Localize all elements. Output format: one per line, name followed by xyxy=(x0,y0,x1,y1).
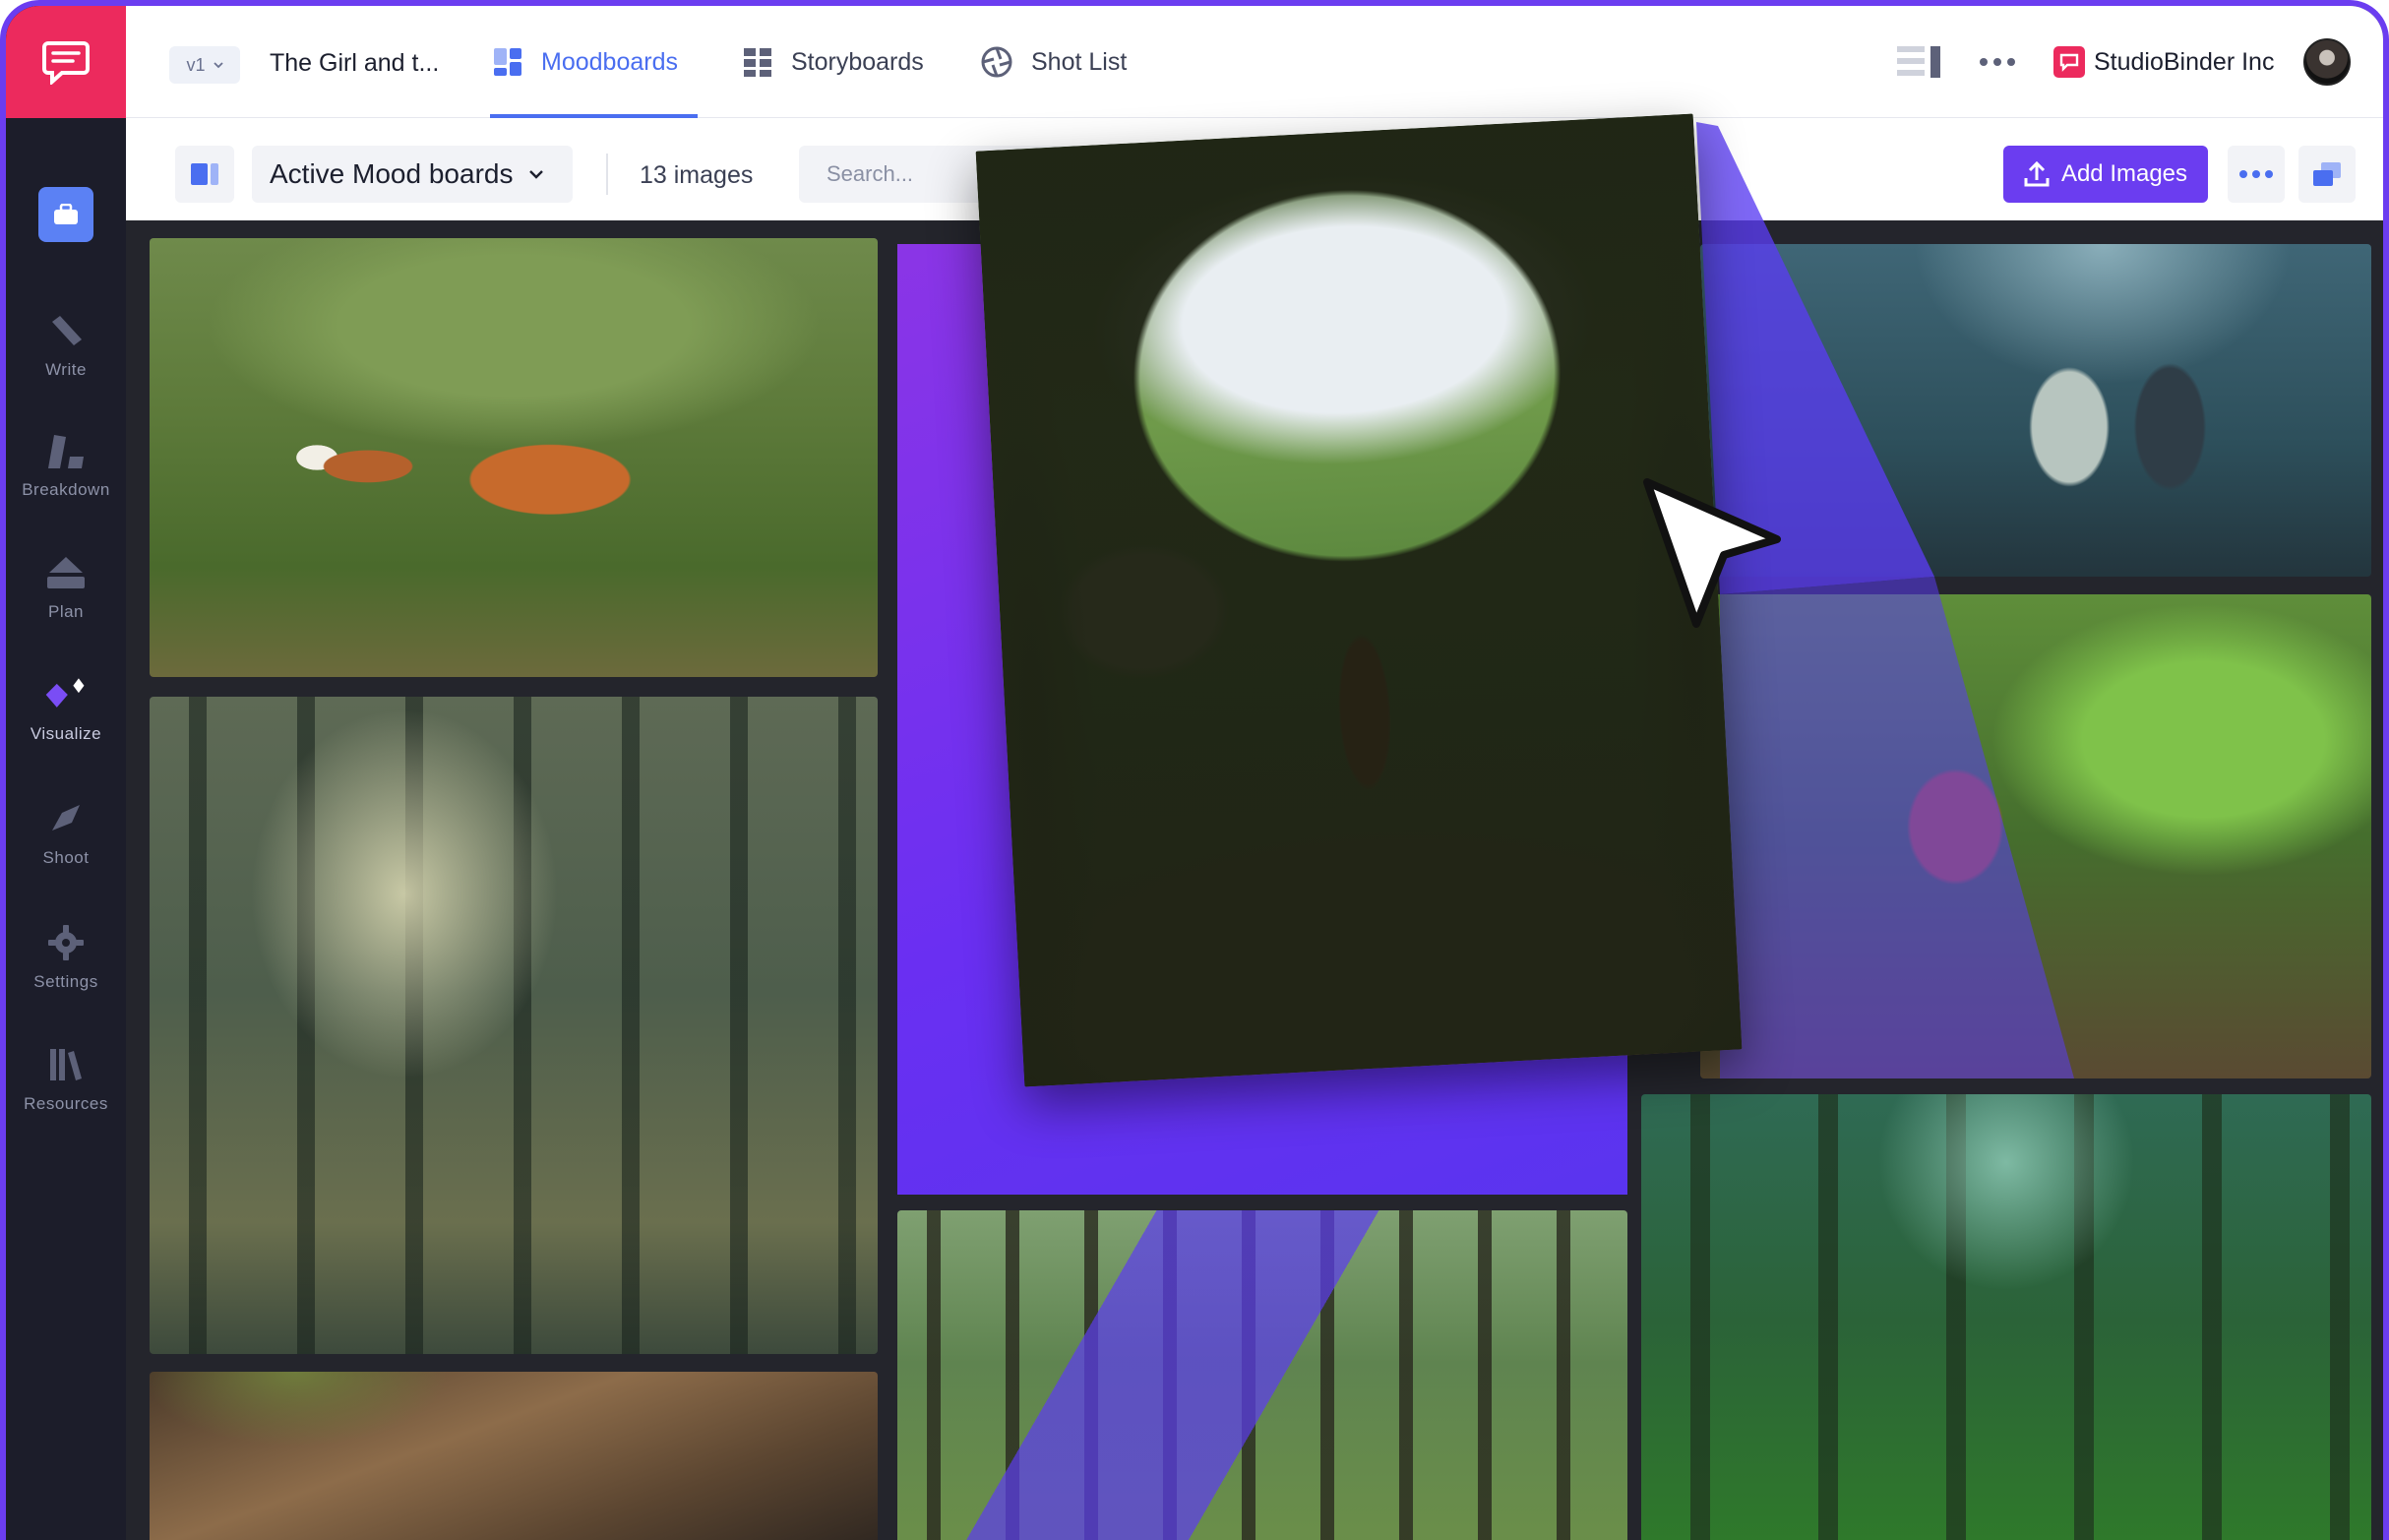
sidebar-item-label: Settings xyxy=(33,972,98,991)
org-name[interactable]: StudioBinder Inc xyxy=(2094,48,2274,77)
board-select-label: Active Mood boards xyxy=(270,158,514,189)
org-logo-icon xyxy=(2053,46,2085,78)
diamond-icon xyxy=(42,671,90,718)
panel-toggle-icon[interactable] xyxy=(1895,43,1942,81)
studiobinder-logo[interactable] xyxy=(6,6,126,118)
board-select-dropdown[interactable]: Active Mood boards xyxy=(252,146,573,203)
more-options-icon[interactable] xyxy=(1978,57,2017,67)
moodboard-image-tall-trees[interactable] xyxy=(897,1210,1627,1540)
toolbar-divider xyxy=(606,154,608,195)
project-title[interactable]: The Girl and t... xyxy=(270,49,439,78)
tree-frame-overlay xyxy=(975,113,1743,1087)
layout-toggle-button[interactable] xyxy=(175,146,234,203)
gear-icon xyxy=(42,919,90,966)
avatar[interactable] xyxy=(2303,38,2352,86)
moodboard-image-green-forest[interactable] xyxy=(1641,1094,2371,1540)
sidebar-item-visualize[interactable]: Visualize xyxy=(6,671,126,770)
sidebar-item-label: Breakdown xyxy=(22,480,110,499)
sidebar-item-plan[interactable]: Plan xyxy=(6,549,126,647)
tent-icon xyxy=(42,549,90,596)
megaphone-icon xyxy=(42,795,90,842)
tab-label: Storyboards xyxy=(791,47,924,76)
moodboard-icon xyxy=(494,48,521,76)
image-count: 13 images xyxy=(640,161,754,189)
mouse-cursor-icon xyxy=(1643,478,1781,628)
tab-shot-list[interactable]: Shot List xyxy=(980,6,1127,118)
dragged-moodboard-image-red-riding-hood[interactable] xyxy=(975,113,1743,1087)
moodboard-image-leaf-path[interactable] xyxy=(150,1372,878,1540)
sidebar-item-label: Visualize xyxy=(30,724,102,743)
chevron-down-icon xyxy=(213,62,223,69)
moodboard-image-two-women[interactable] xyxy=(1700,244,2371,577)
home-button[interactable] xyxy=(38,187,93,242)
chevron-down-icon xyxy=(529,170,544,179)
pencil-icon xyxy=(42,307,90,354)
tab-label: Shot List xyxy=(1031,47,1128,76)
sidebar-item-label: Plan xyxy=(47,602,85,621)
sidebar-item-resources[interactable]: Resources xyxy=(6,1041,126,1140)
sidebar-item-shoot[interactable]: Shoot xyxy=(6,795,126,893)
tab-moodboards[interactable]: Moodboards xyxy=(492,6,678,118)
moodboard-image-foggy-forest[interactable] xyxy=(150,697,878,1354)
moodboard-image-fox-meadow[interactable] xyxy=(150,238,878,677)
sidebar-item-breakdown[interactable]: Breakdown xyxy=(6,427,126,525)
tab-label: Moodboards xyxy=(541,47,678,76)
toolbar-more-button[interactable] xyxy=(2228,146,2285,203)
app-window: Write Breakdown Plan Visualize Shoot Set… xyxy=(0,0,2389,1540)
left-sidebar: Write Breakdown Plan Visualize Shoot Set… xyxy=(6,6,126,1540)
tab-storyboards[interactable]: Storyboards xyxy=(742,6,924,118)
sidebar-item-settings[interactable]: Settings xyxy=(6,919,126,1017)
add-images-label: Add Images xyxy=(2060,160,2188,187)
moodboard-image-fox-ferns[interactable] xyxy=(1700,594,2371,1078)
more-options-icon xyxy=(2239,170,2273,178)
version-label: v1 xyxy=(186,54,206,75)
storyboard-grid-icon xyxy=(744,48,771,77)
shapes-icon xyxy=(42,427,90,474)
split-view-icon xyxy=(191,163,218,185)
top-bar: v1 The Girl and t... Moodboards Storyboa… xyxy=(126,6,2383,118)
sidebar-item-write[interactable]: Write xyxy=(6,307,126,405)
upload-icon xyxy=(2024,160,2050,187)
briefcase-icon xyxy=(54,204,78,224)
sidebar-item-label: Resources xyxy=(24,1094,108,1113)
camera-aperture-icon xyxy=(981,46,1012,78)
version-select[interactable]: v1 xyxy=(169,46,240,84)
add-images-button[interactable]: Add Images xyxy=(2003,146,2208,203)
share-button[interactable] xyxy=(2298,146,2356,203)
sidebar-item-label: Shoot xyxy=(42,848,90,867)
books-icon xyxy=(42,1041,90,1088)
chat-bubble-icon xyxy=(42,41,90,85)
sidebar-item-label: Write xyxy=(45,360,87,379)
screens-icon xyxy=(2313,162,2341,186)
